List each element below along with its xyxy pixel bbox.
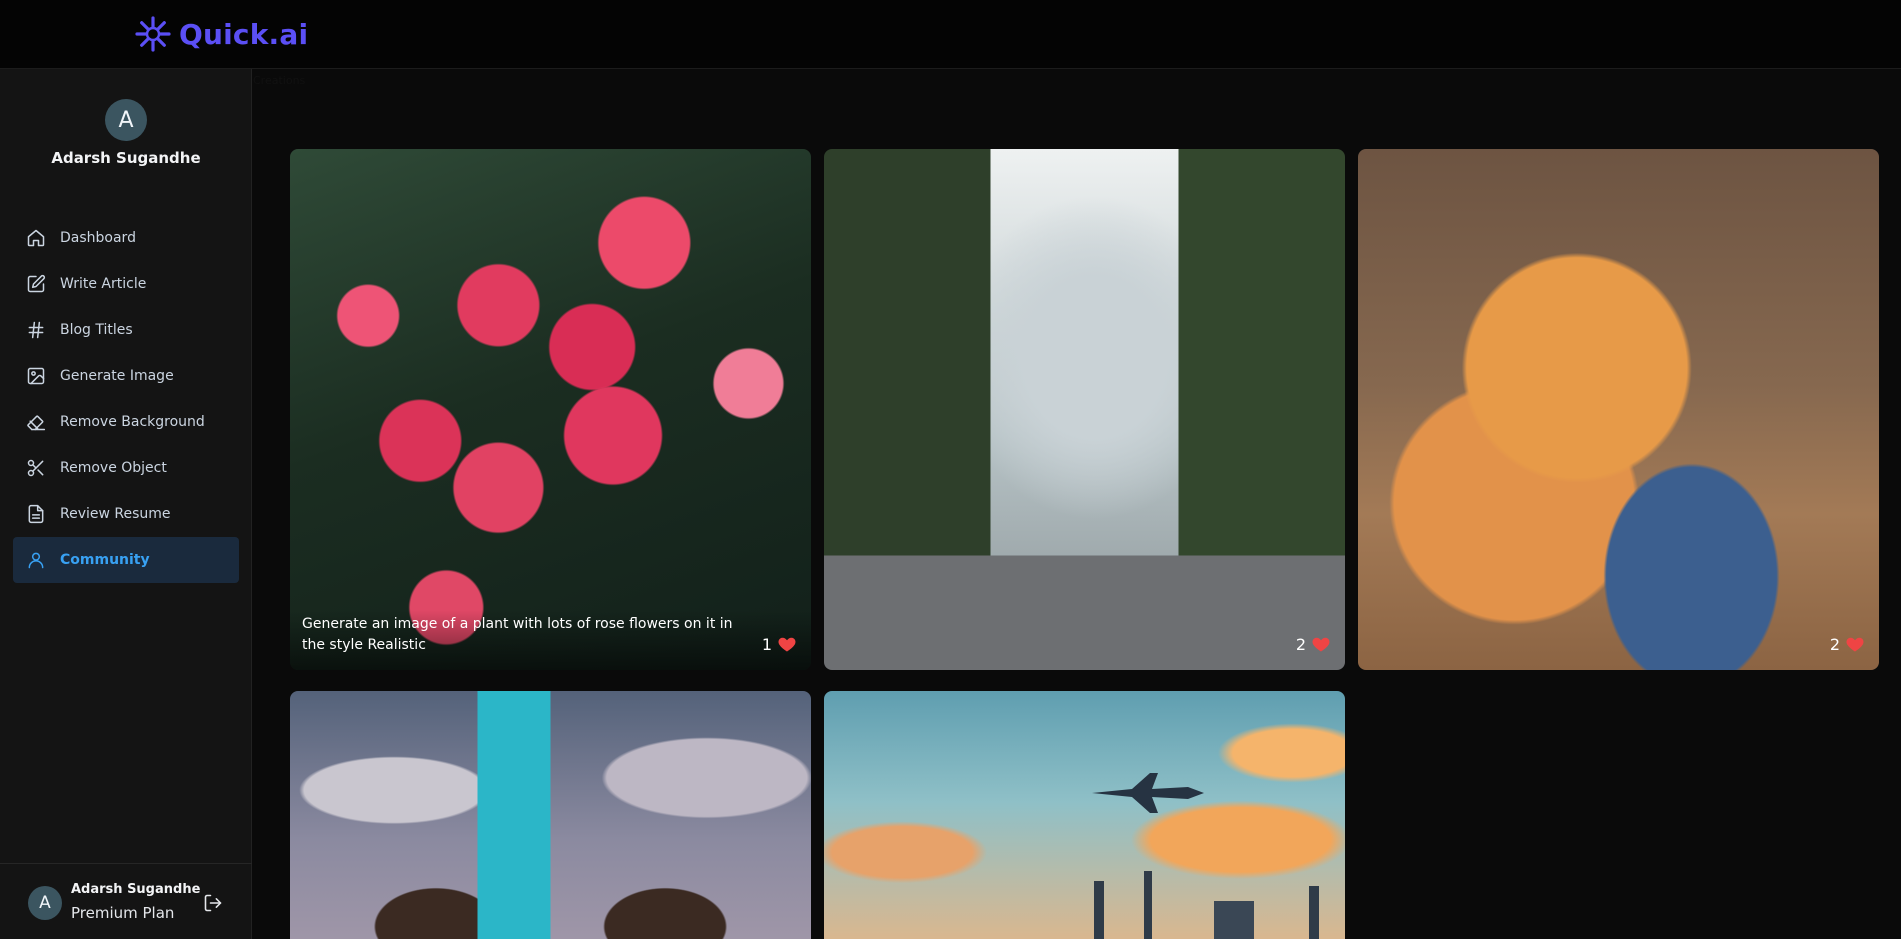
sidebar-item-label: Dashboard <box>60 230 136 246</box>
city-skyline-icon <box>1094 871 1319 939</box>
avatar[interactable]: A <box>105 99 147 141</box>
like-number: 1 <box>761 634 772 654</box>
like-count: 2 <box>1296 634 1331 654</box>
creation-card[interactable] <box>290 691 811 939</box>
like-number: 2 <box>1295 634 1306 654</box>
sidebar-item-label: Review Resume <box>60 506 171 522</box>
heart-icon[interactable] <box>1845 634 1865 654</box>
sidebar-item-label: Generate Image <box>60 368 174 384</box>
sidebar: A Adarsh Sugandhe Dashboard Write Articl… <box>0 69 252 939</box>
page-title: Creations <box>253 74 306 87</box>
sidebar-nav: Dashboard Write Article Blog Titles Gene… <box>13 215 239 583</box>
file-text-icon <box>28 504 44 524</box>
like-count: 1 <box>762 634 797 654</box>
profile-name: Adarsh Sugandhe <box>51 149 201 167</box>
top-bar: Quick.ai <box>0 0 1901 69</box>
logo-star-icon <box>135 16 171 52</box>
sidebar-item-remove-background[interactable]: Remove Background <box>13 399 239 445</box>
sidebar-item-remove-object[interactable]: Remove Object <box>13 445 239 491</box>
sidebar-item-label: Blog Titles <box>60 322 133 338</box>
sidebar-item-label: Community <box>60 552 150 568</box>
sidebar-item-generate-image[interactable]: Generate Image <box>13 353 239 399</box>
scissors-icon <box>27 459 44 477</box>
image-icon <box>27 367 45 385</box>
hash-icon <box>28 321 44 339</box>
app-name: Quick.ai <box>179 17 309 51</box>
logout-icon[interactable] <box>203 893 223 913</box>
app-logo[interactable]: Quick.ai <box>133 14 308 54</box>
heart-icon[interactable] <box>777 634 797 654</box>
sidebar-item-label: Remove Background <box>60 414 205 430</box>
sidebar-item-community[interactable]: Community <box>13 537 239 583</box>
jet-icon <box>1092 773 1204 813</box>
sidebar-item-dashboard[interactable]: Dashboard <box>13 215 239 261</box>
sidebar-item-blog-titles[interactable]: Blog Titles <box>13 307 239 353</box>
eraser-icon <box>27 415 46 431</box>
sidebar-item-write-article[interactable]: Write Article <box>13 261 239 307</box>
heart-icon[interactable] <box>1311 634 1331 654</box>
sidebar-item-label: Write Article <box>60 276 147 292</box>
like-number: 2 <box>1829 634 1840 654</box>
footer-user-name: Adarsh Sugandhe <box>71 882 201 897</box>
creation-card[interactable]: 2 <box>824 149 1345 670</box>
avatar[interactable]: A <box>28 886 62 920</box>
creation-prompt: Generate an image of a plant with lots o… <box>302 616 733 653</box>
like-count: 2 <box>1830 634 1865 654</box>
sidebar-item-review-resume[interactable]: Review Resume <box>13 491 239 537</box>
footer-plan: Premium Plan <box>71 904 175 922</box>
square-pen-icon <box>27 274 46 293</box>
sidebar-footer: A Adarsh Sugandhe Premium Plan <box>0 863 252 939</box>
house-icon <box>27 229 45 247</box>
creation-card[interactable]: 2 <box>1358 149 1879 670</box>
creation-card[interactable]: Generate an image of a plant with lots o… <box>290 149 811 670</box>
creation-card[interactable] <box>824 691 1345 939</box>
user-icon <box>28 552 44 569</box>
sidebar-item-label: Remove Object <box>60 460 167 476</box>
